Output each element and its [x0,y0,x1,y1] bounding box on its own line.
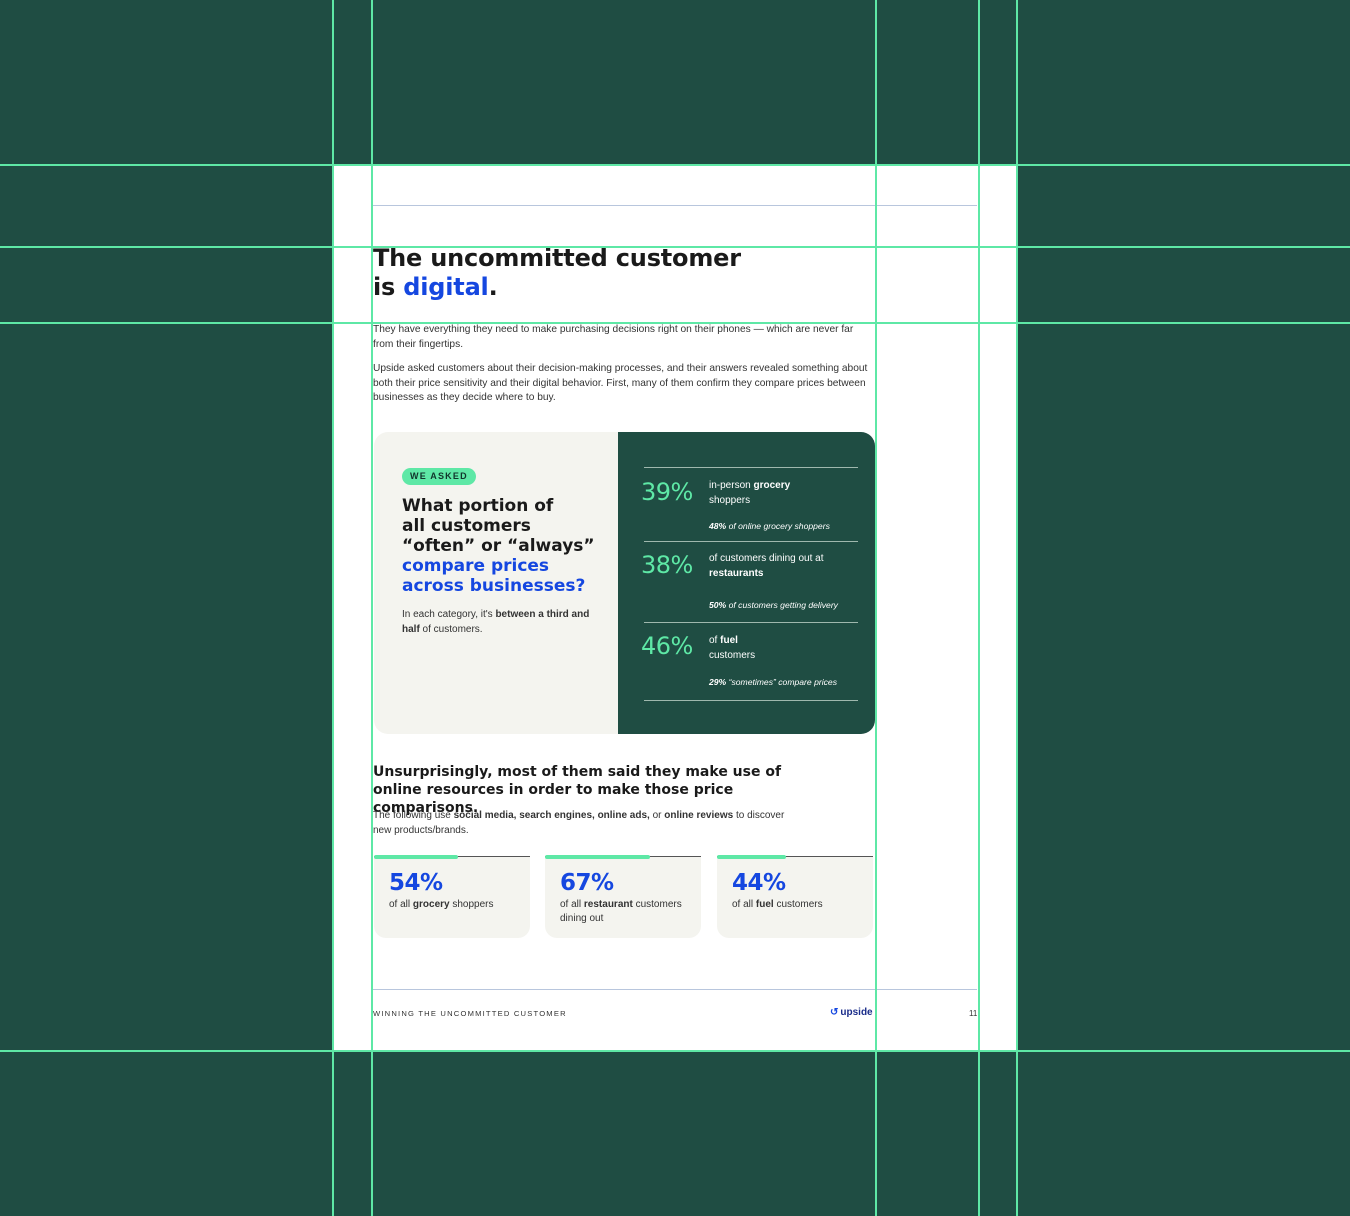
stat-sub-text: of customers getting delivery [726,600,838,610]
box-caption: of all restaurant customers dining out [560,898,698,925]
stat-sub-bold: 29% [709,677,727,687]
cap-text: shoppers [449,899,494,910]
sub-bold: social media, search engines, online ads… [453,810,650,821]
box-caption: of all grocery shoppers [389,898,527,912]
stat-sub-text: of online grocery shoppers [726,521,830,531]
upside-logo: ↺ upside [830,1007,873,1018]
question-heading: What portion of all customers “often” or… [402,496,602,596]
stat-label: of fuel customers [709,634,779,663]
stat-label: in-person grocery shoppers [709,479,809,508]
guide-line [875,0,877,1216]
question-line: all customers [402,516,531,536]
box-fill [374,855,459,859]
sub-text: The following use [373,810,454,821]
intro-paragraph-1: They have everything they need to make p… [373,324,854,350]
box-percent: 67% [560,870,614,896]
stat-bold: fuel [720,635,738,646]
stat-percent: 38% [641,551,693,579]
stat-label: of customers dining out at restaurants [709,552,839,581]
stat-subnote: 50% of customers getting delivery [709,600,869,610]
top-rule [373,205,977,206]
cap-bold: restaurant [583,899,633,910]
stat-divider [644,700,858,701]
section-subtext: The following use social media, search e… [373,809,793,838]
stat-text: shoppers [709,494,751,506]
guide-line [0,1050,1350,1052]
stat-text: of customers dining out at [709,553,824,564]
stat-text: customers [709,649,756,661]
we-asked-card: WE ASKED What portion of all customers “… [374,432,875,734]
stat-percent: 46% [641,632,693,660]
stat-bold: restaurants [709,567,764,579]
stat-subnote: 48% of online grocery shoppers [709,521,869,531]
guide-line [0,164,1350,166]
box-fill [545,855,650,859]
document-page: The uncommitted customer is digital. The… [334,166,1017,1050]
stat-divider [644,467,858,468]
title-suffix: . [488,273,498,301]
upside-logo-icon: ↺ [830,1007,839,1018]
stat-box: 44% of all fuel customers [717,855,873,938]
stat-percent: 39% [641,478,693,506]
title-prefix: is [373,273,404,301]
stat-sub-bold: 48% [709,521,727,531]
stat-sub-bold: 50% [709,600,727,610]
cap-bold: fuel [755,899,774,910]
cap-text: of all [560,899,584,910]
title-line-2: is digital. [373,273,793,302]
stat-box: 67% of all restaurant customers dining o… [545,855,701,938]
question-line: What portion of [402,496,554,516]
stat-subnote: 29% “sometimes” compare prices [709,677,869,687]
guide-line [371,0,373,1216]
box-percent: 54% [389,870,443,896]
cap-text: customers [773,899,823,910]
logo-text: upside [840,1007,873,1018]
cap-text: of all [389,899,413,910]
box-caption: of all fuel customers [732,898,870,912]
stat-sub-text: “sometimes” compare prices [726,677,837,687]
note-text: In each category, it's [402,609,496,620]
title-line-1: The uncommitted customer [373,244,741,272]
title-accent: digital [403,273,489,301]
guide-line [1016,0,1018,1216]
box-percent: 44% [732,870,786,896]
page-number: 11 [969,1009,978,1018]
guide-line [0,322,1350,324]
stat-bold: grocery [753,480,791,491]
footer-title: WINNING THE UNCOMMITTED CUSTOMER [373,1009,567,1018]
guide-line [0,246,1350,248]
stat-box: 54% of all grocery shoppers [374,855,530,938]
stat-text: in-person [709,480,754,491]
stat-text: of [709,635,721,646]
footer-rule [373,989,977,990]
question-line: “often” or “always” [402,536,595,556]
question-accent: across businesses? [402,576,586,596]
we-asked-badge: WE ASKED [402,468,476,485]
guide-line [332,0,334,1216]
stat-divider [644,541,858,542]
note-text: of customers. [419,623,483,635]
cap-text: of all [732,899,756,910]
guide-line [978,0,980,1216]
stat-divider [644,622,858,623]
intro-paragraph-2: Upside asked customers about their decis… [373,363,868,404]
question-note: In each category, it's between a third a… [402,608,598,637]
sub-text: or [649,810,665,821]
page-title: The uncommitted customer is digital. [373,244,793,302]
question-accent: compare prices [402,556,550,576]
cap-bold: grocery [412,899,450,910]
box-fill [717,855,786,859]
sub-bold: online reviews [664,810,734,821]
